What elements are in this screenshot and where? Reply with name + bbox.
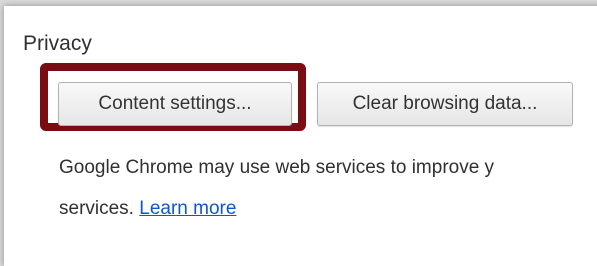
content-settings-button[interactable]: Content settings... — [58, 82, 292, 126]
section-title-privacy: Privacy — [23, 32, 92, 55]
clear-browsing-data-button[interactable]: Clear browsing data... — [317, 82, 573, 126]
privacy-description-line2: services. Learn more — [59, 198, 236, 220]
learn-more-link[interactable]: Learn more — [139, 198, 236, 219]
settings-panel: Privacy Content settings... Clear browsi… — [4, 6, 597, 266]
privacy-description-line1: Google Chrome may use web services to im… — [59, 157, 495, 178]
privacy-description-prefix: services. — [59, 198, 134, 219]
